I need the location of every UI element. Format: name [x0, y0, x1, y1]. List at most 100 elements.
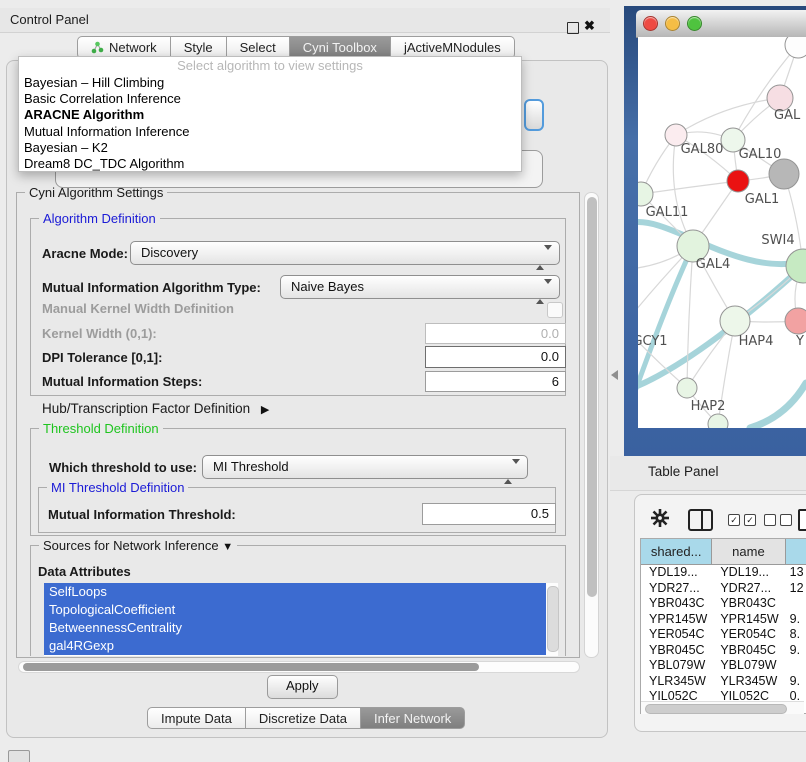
- dropdown-options: Bayesian – Hill ClimbingBasic Correlatio…: [19, 75, 521, 172]
- network-edge[interactable]: [687, 246, 693, 388]
- network-edge[interactable]: [641, 181, 738, 194]
- mi-threshold-field[interactable]: 0.5: [422, 503, 556, 525]
- expanded-arrow-icon: ▼: [222, 541, 233, 553]
- export-table-icon[interactable]: [798, 509, 806, 531]
- deselect-all-checks-icon[interactable]: [764, 514, 792, 526]
- network-edge-thick[interactable]: [638, 266, 803, 389]
- settings-horizontal-scrollbar[interactable]: [18, 661, 580, 673]
- table-cell: 9.: [786, 612, 806, 628]
- table-row[interactable]: YDL19...YDL19...13: [641, 565, 806, 581]
- aracne-mode-combo[interactable]: Discovery: [130, 241, 560, 265]
- node-gal11[interactable]: [638, 182, 653, 206]
- table-row[interactable]: YBL079WYBL079W: [641, 658, 806, 674]
- table-cell: YBR043C: [641, 596, 712, 612]
- table-cell: YLR345W: [712, 674, 785, 690]
- mi-type-combo[interactable]: Naive Bayes: [280, 275, 560, 299]
- network-window-titlebar[interactable]: [636, 10, 806, 38]
- attribute-item-selfloops[interactable]: SelfLoops: [44, 583, 546, 601]
- threshold-definition-title: Threshold Definition: [39, 421, 163, 436]
- mi-type-value: Naive Bayes: [291, 279, 364, 294]
- column-header-name[interactable]: name: [712, 539, 785, 565]
- split-divider-arrow-icon[interactable]: [611, 370, 618, 380]
- select-all-checks-icon[interactable]: ✓✓: [728, 514, 756, 526]
- attribute-item-topologicalcoefficient[interactable]: TopologicalCoefficient: [44, 601, 546, 619]
- node-unlabeled[interactable]: [785, 37, 806, 58]
- bottom-tab-discretize-data[interactable]: Discretize Data: [246, 707, 361, 729]
- table-horizontal-scrollbar[interactable]: [641, 701, 804, 714]
- table-row[interactable]: YDR27...YDR27...12: [641, 581, 806, 597]
- table-row[interactable]: YER054CYER054C8.: [641, 627, 806, 643]
- close-icon[interactable]: ✖: [584, 18, 595, 34]
- stepper-icons: [536, 247, 552, 269]
- minimize-window-button[interactable]: [665, 16, 680, 31]
- algorithm-dropdown-popup: Select algorithm to view settings Bayesi…: [18, 56, 522, 172]
- which-threshold-value: MI Threshold: [213, 459, 289, 474]
- which-threshold-combo[interactable]: MI Threshold: [202, 455, 528, 479]
- control-panel-title: Control Panel: [10, 8, 89, 32]
- column-layout-icon[interactable]: [688, 509, 713, 531]
- table-row[interactable]: YBR043CYBR043C: [641, 596, 806, 612]
- table-row[interactable]: YIL052CYIL052C0.: [641, 689, 806, 701]
- scrollbar-thumb[interactable]: [587, 197, 597, 597]
- bottom-tabbar: Impute DataDiscretize DataInfer Network: [147, 707, 465, 729]
- network-edge-thick[interactable]: [750, 383, 806, 428]
- node-label-gal1: GAL1: [745, 192, 779, 207]
- table-cell: YPR145W: [641, 612, 712, 628]
- attributes-scrollbar[interactable]: [547, 586, 559, 652]
- algorithm-option-aracne-algorithm[interactable]: ARACNE Algorithm: [19, 107, 521, 123]
- float-window-icon[interactable]: [567, 22, 579, 34]
- scrollbar-thumb[interactable]: [23, 663, 479, 671]
- minimized-panel-icon[interactable]: [8, 750, 30, 762]
- zoom-window-button[interactable]: [687, 16, 702, 31]
- dpi-tolerance-label: DPI Tolerance [0,1]:: [42, 350, 162, 365]
- attribute-item-gal4rgexp[interactable]: gal4RGexp: [44, 637, 546, 655]
- hub-definition-toggle[interactable]: Hub/Transcription Factor Definition ▶: [42, 401, 269, 416]
- table-cell: YIL052C: [641, 689, 712, 701]
- data-attributes-list[interactable]: SelfLoopsTopologicalCoefficientBetweenne…: [44, 583, 558, 656]
- table-cell: YBR045C: [641, 643, 712, 659]
- column-header-shared[interactable]: shared...: [641, 539, 712, 565]
- aracne-mode-value: Discovery: [141, 245, 198, 260]
- focused-combo-end: [524, 99, 544, 131]
- attribute-item-betweennesscentrality[interactable]: BetweennessCentrality: [44, 619, 546, 637]
- node-hap4[interactable]: [720, 306, 750, 336]
- network-canvas[interactable]: GALGAL80GAL10GAL1GAL11GAL4SWI4GCY1HAP4YH…: [638, 37, 806, 428]
- table-cell: YDL19...: [712, 565, 785, 581]
- algorithm-option-bayesian-k2[interactable]: Bayesian – K2: [19, 140, 521, 156]
- network-graph[interactable]: GALGAL80GAL10GAL1GAL11GAL4SWI4GCY1HAP4YH…: [638, 37, 806, 428]
- table-cell: YDL19...: [641, 565, 712, 581]
- bottom-tab-impute-data[interactable]: Impute Data: [147, 707, 246, 729]
- mi-steps-field[interactable]: 6: [425, 371, 566, 392]
- node-label-hap2: HAP2: [691, 399, 726, 414]
- collapsed-arrow-icon: ▶: [261, 404, 269, 416]
- node-unlabeled[interactable]: [769, 159, 799, 189]
- algorithm-definition-title: Algorithm Definition: [39, 211, 160, 226]
- sources-group-title[interactable]: Sources for Network Inference ▼: [39, 538, 237, 553]
- algorithm-option-dream8-dc-tdc-algorithm[interactable]: Dream8 DC_TDC Algorithm: [19, 156, 521, 172]
- dpi-tolerance-field[interactable]: 0.0: [425, 346, 566, 368]
- algorithm-option-bayesian-hill-climbing[interactable]: Bayesian – Hill Climbing: [19, 75, 521, 91]
- bottom-tab-infer-network[interactable]: Infer Network: [361, 707, 465, 729]
- close-window-button[interactable]: [643, 16, 658, 31]
- node-gal1[interactable]: [727, 170, 749, 192]
- settings-vertical-scrollbar[interactable]: [584, 192, 599, 658]
- algorithm-option-basic-correlation-inference[interactable]: Basic Correlation Inference: [19, 91, 521, 107]
- table-cell: YBR043C: [712, 596, 785, 612]
- table-cell: YLR345W: [641, 674, 712, 690]
- node-y[interactable]: [785, 308, 806, 334]
- node-label-gal80: GAL80: [681, 142, 724, 157]
- kernel-width-field[interactable]: 0.0: [425, 323, 566, 344]
- table-row[interactable]: YLR345WYLR345W9.: [641, 674, 806, 690]
- table-row[interactable]: YPR145WYPR145W9.: [641, 612, 806, 628]
- manual-kernel-checkbox[interactable]: [547, 302, 563, 318]
- table-row[interactable]: YBR045CYBR045C9.: [641, 643, 806, 659]
- column-header-a[interactable]: A: [786, 539, 806, 565]
- gear-icon[interactable]: [650, 508, 670, 533]
- apply-button[interactable]: Apply: [267, 675, 338, 699]
- algorithm-option-mutual-information-inference[interactable]: Mutual Information Inference: [19, 124, 521, 140]
- node-hap2[interactable]: [677, 378, 697, 398]
- scrollbar-thumb[interactable]: [645, 704, 787, 714]
- stepper-icons: [536, 281, 552, 303]
- mi-type-label: Mutual Information Algorithm Type:: [42, 280, 261, 295]
- node-label-gcy1: GCY1: [638, 334, 668, 349]
